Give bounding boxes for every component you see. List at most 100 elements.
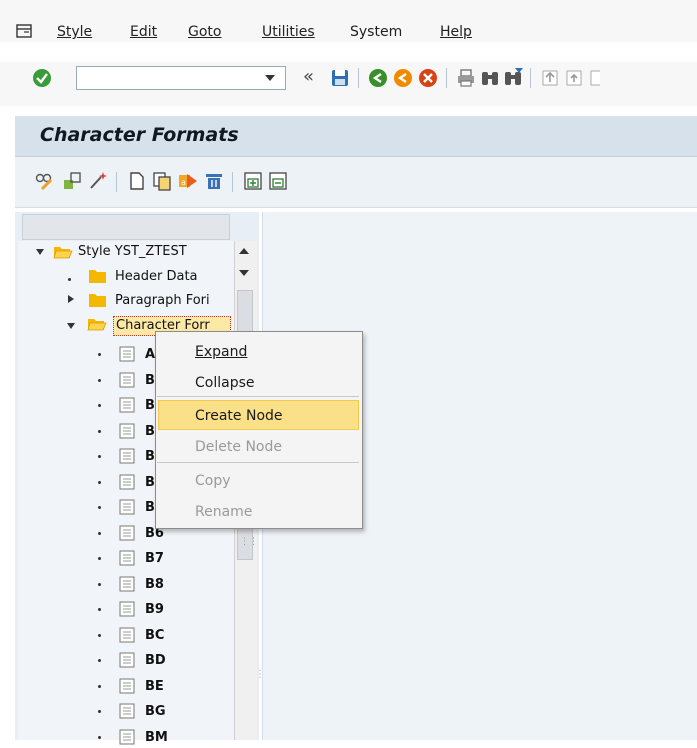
tree-node-leaf[interactable]: BD bbox=[145, 651, 225, 671]
leaf-bullet bbox=[98, 404, 101, 407]
grip-icon: ⋮⋮ bbox=[240, 537, 258, 547]
rename-icon[interactable]: a bbox=[178, 171, 198, 191]
menu-help[interactable]: Help bbox=[440, 24, 472, 40]
leaf-bullet bbox=[98, 710, 101, 713]
leaf-bullet bbox=[98, 583, 101, 586]
system-menu-icon[interactable] bbox=[16, 24, 32, 38]
command-input[interactable] bbox=[81, 68, 265, 90]
leaf-bullet bbox=[98, 506, 101, 509]
tree-header bbox=[22, 214, 230, 240]
toolbar-separator bbox=[358, 68, 359, 88]
menu-item-rename[interactable]: Rename bbox=[195, 503, 252, 521]
other-object-icon[interactable] bbox=[62, 171, 82, 191]
tree-node-paragraph-formats[interactable]: Paragraph Fori bbox=[115, 291, 233, 311]
menu-item-copy[interactable]: Copy bbox=[195, 472, 231, 490]
menu-separator bbox=[157, 396, 359, 397]
exit-icon[interactable] bbox=[393, 68, 413, 88]
menu-style[interactable]: Style bbox=[57, 24, 92, 40]
character-format-icon bbox=[119, 448, 135, 464]
find-next-icon[interactable] bbox=[503, 68, 523, 88]
toolbar-separator bbox=[530, 68, 531, 88]
copy-icon[interactable] bbox=[152, 171, 172, 191]
splitter-grip-icon[interactable]: ⋮ bbox=[255, 670, 265, 680]
character-format-icon bbox=[119, 550, 135, 566]
expanded-triangle-icon[interactable] bbox=[67, 323, 75, 329]
tree-node-leaf[interactable]: BM bbox=[145, 728, 225, 748]
menu-system[interactable]: System bbox=[350, 24, 402, 40]
save-icon[interactable] bbox=[330, 68, 350, 88]
leaf-bullet bbox=[98, 481, 101, 484]
expand-all-icon[interactable] bbox=[243, 171, 263, 191]
folder-icon bbox=[89, 270, 106, 283]
menu-goto[interactable]: Goto bbox=[188, 24, 221, 40]
character-format-icon bbox=[119, 576, 135, 592]
character-format-icon bbox=[119, 601, 135, 617]
chevron-down-icon[interactable] bbox=[264, 72, 276, 84]
tree-node-header-data[interactable]: Header Data bbox=[115, 267, 233, 287]
leaf-bullet bbox=[98, 608, 101, 611]
menu-item-collapse[interactable]: Collapse bbox=[195, 374, 255, 392]
enter-check-icon[interactable] bbox=[32, 68, 52, 88]
leaf-bullet bbox=[98, 430, 101, 433]
collapse-all-icon[interactable] bbox=[268, 171, 288, 191]
menu-separator bbox=[157, 462, 359, 463]
tree-node-leaf[interactable]: B8 bbox=[145, 575, 225, 595]
display-change-icon[interactable] bbox=[34, 171, 54, 191]
menu-edit[interactable]: Edit bbox=[130, 24, 157, 40]
character-format-icon bbox=[119, 474, 135, 490]
leaf-bullet bbox=[98, 736, 101, 739]
collapse-command-icon[interactable]: « bbox=[303, 66, 314, 87]
toolbar-separator bbox=[446, 68, 447, 88]
open-folder-icon bbox=[53, 247, 73, 259]
create-icon[interactable] bbox=[128, 171, 146, 191]
character-format-icon bbox=[119, 678, 135, 694]
leaf-bullet bbox=[98, 634, 101, 637]
character-format-icon bbox=[119, 525, 135, 541]
character-format-icon bbox=[119, 397, 135, 413]
find-icon[interactable] bbox=[480, 68, 500, 88]
menu-utilities[interactable]: Utilities bbox=[262, 24, 315, 40]
tree-node-leaf[interactable]: BG bbox=[145, 702, 225, 722]
menu-item-create-node[interactable]: Create Node bbox=[195, 407, 283, 425]
page-title: Character Formats bbox=[40, 124, 239, 146]
tree-node-leaf[interactable]: B7 bbox=[145, 549, 225, 569]
tree-node-leaf[interactable]: B9 bbox=[145, 600, 225, 620]
tree-node-leaf[interactable]: BC bbox=[145, 626, 225, 646]
leaf-bullet bbox=[98, 685, 101, 688]
first-page-icon[interactable] bbox=[540, 68, 560, 88]
context-menu bbox=[155, 331, 363, 529]
expanded-triangle-icon[interactable] bbox=[36, 249, 44, 255]
svg-text:a: a bbox=[181, 178, 186, 187]
application-toolbar bbox=[15, 157, 697, 208]
cancel-icon[interactable] bbox=[418, 68, 438, 88]
leaf-bullet bbox=[98, 379, 101, 382]
tree-node-leaf[interactable]: BE bbox=[145, 677, 225, 697]
leaf-bullet bbox=[98, 353, 101, 356]
previous-page-icon[interactable] bbox=[564, 68, 584, 88]
leaf-bullet bbox=[98, 532, 101, 535]
collapsed-triangle-icon[interactable] bbox=[68, 295, 74, 303]
menu-bar: Style Edit Goto Utilities System Help bbox=[0, 0, 697, 42]
leaf-bullet bbox=[98, 455, 101, 458]
leaf-bullet bbox=[68, 278, 71, 281]
leaf-bullet bbox=[98, 557, 101, 560]
menu-item-delete-node[interactable]: Delete Node bbox=[195, 438, 282, 456]
command-field[interactable] bbox=[76, 66, 286, 90]
tree-node-root[interactable]: Style YST_ZTEST bbox=[78, 242, 234, 262]
character-format-icon bbox=[119, 346, 135, 362]
character-format-icon bbox=[119, 423, 135, 439]
back-icon[interactable] bbox=[368, 68, 388, 88]
toolbar-separator bbox=[232, 172, 233, 192]
scroll-down-icon[interactable] bbox=[238, 268, 250, 278]
magic-wand-icon[interactable] bbox=[88, 170, 108, 190]
delete-icon[interactable] bbox=[204, 171, 224, 191]
open-folder-icon bbox=[87, 319, 107, 331]
print-icon[interactable] bbox=[456, 68, 476, 88]
scroll-up-icon[interactable] bbox=[238, 246, 250, 256]
next-page-icon[interactable] bbox=[588, 68, 600, 88]
character-format-icon bbox=[119, 729, 135, 745]
character-format-icon bbox=[119, 652, 135, 668]
character-format-icon bbox=[119, 499, 135, 515]
folder-icon bbox=[89, 294, 106, 307]
menu-item-expand[interactable]: Expand bbox=[195, 343, 247, 361]
